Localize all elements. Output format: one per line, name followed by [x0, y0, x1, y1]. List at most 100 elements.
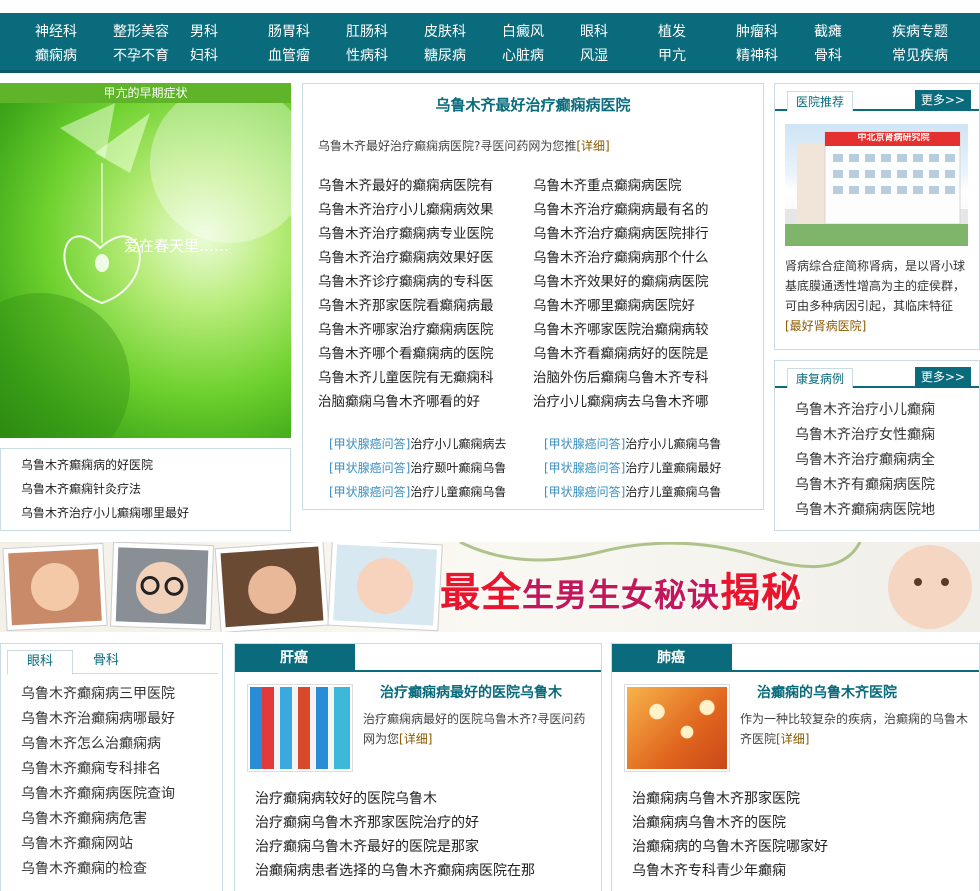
- tag-link[interactable]: [甲状腺癌问答]治疗儿童癫痫乌鲁: [329, 482, 544, 506]
- center-link[interactable]: 乌鲁木齐诊疗癫痫病的专科医: [318, 272, 533, 296]
- tab-eye[interactable]: 眼科: [7, 650, 73, 675]
- hospital-image[interactable]: 中北京肾病研究院: [785, 124, 968, 246]
- tag-link[interactable]: [甲状腺癌问答]治疗颞叶癫痫乌鲁: [329, 458, 544, 482]
- nav-item[interactable]: 癫痫病: [35, 45, 77, 65]
- hospital-tab[interactable]: 医院推荐: [787, 91, 854, 111]
- tag-text[interactable]: 治疗儿童癫痫最好: [625, 461, 721, 475]
- dept-link[interactable]: 乌鲁木齐怎么治癫痫病: [21, 734, 175, 759]
- dept-link[interactable]: 乌鲁木齐癫痫病三甲医院: [21, 684, 175, 709]
- recovery-link[interactable]: 乌鲁木齐治疗小儿癫痫: [795, 400, 935, 425]
- liver-detail-link[interactable]: [详细]: [399, 732, 432, 746]
- promo-image[interactable]: 爱在春天里……: [0, 103, 291, 438]
- tag-label[interactable]: [甲状腺癌问答]: [544, 485, 625, 499]
- liver-tab[interactable]: 肝癌: [235, 644, 355, 672]
- nav-item[interactable]: 白癜风: [502, 21, 544, 41]
- hospital-desc-link[interactable]: [最好肾病医院]: [785, 319, 866, 333]
- dept-link[interactable]: 乌鲁木齐癫痫病医院查询: [21, 784, 175, 809]
- liver-link[interactable]: 治癫痫病患者选择的乌鲁木齐癫痫病医院在那: [255, 861, 535, 885]
- nav-item[interactable]: 性病科: [346, 45, 388, 65]
- center-link[interactable]: 乌鲁木齐哪里癫痫病医院好: [533, 296, 748, 320]
- tag-label[interactable]: [甲状腺癌问答]: [544, 461, 625, 475]
- nav-item[interactable]: 妇科: [190, 45, 218, 65]
- nav-item[interactable]: 精神科: [736, 45, 778, 65]
- dept-link[interactable]: 乌鲁木齐癫痫的检查: [21, 859, 175, 884]
- recovery-link[interactable]: 乌鲁木齐有癫痫病医院: [795, 475, 935, 500]
- center-link[interactable]: 治脑癫痫乌鲁木齐哪看的好: [318, 392, 533, 416]
- lung-title[interactable]: 治癫痫的乌鲁木齐医院: [757, 682, 897, 702]
- tag-text[interactable]: 治疗颞叶癫痫乌鲁: [410, 461, 506, 475]
- nav-item[interactable]: 肠胃科: [268, 21, 310, 41]
- recovery-tab[interactable]: 康复病例: [787, 368, 854, 388]
- recovery-more-link[interactable]: 更多>>: [914, 367, 971, 386]
- nav-item[interactable]: 截瘫: [814, 21, 842, 41]
- center-link[interactable]: 治脑外伤后癫痫乌鲁木齐专科: [533, 368, 748, 392]
- nav-item[interactable]: 不孕不育: [113, 45, 169, 65]
- nav-item[interactable]: 糖尿病: [424, 45, 466, 65]
- nav-item[interactable]: 皮肤科: [424, 21, 466, 41]
- nav-item[interactable]: 男科: [190, 21, 218, 41]
- tag-text[interactable]: 治疗小儿癫痫病去: [410, 437, 506, 451]
- lung-detail-link[interactable]: [详细]: [776, 732, 809, 746]
- nav-item[interactable]: 骨科: [814, 45, 842, 65]
- center-link[interactable]: 乌鲁木齐最好的癫痫病医院有: [318, 176, 533, 200]
- dept-link[interactable]: 乌鲁木齐癫痫网站: [21, 834, 175, 859]
- nav-item[interactable]: 植发: [658, 21, 686, 41]
- liver-title[interactable]: 治疗癫痫病最好的医院乌鲁木: [380, 682, 562, 702]
- nav-item[interactable]: 血管瘤: [268, 45, 310, 65]
- tag-link[interactable]: [甲状腺癌问答]治疗儿童癫痫最好: [544, 458, 759, 482]
- liver-link[interactable]: 治疗癫痫乌鲁木齐那家医院治疗的好: [255, 813, 535, 837]
- center-link[interactable]: 乌鲁木齐哪家医院治癫痫病较: [533, 320, 748, 344]
- promo-link[interactable]: 乌鲁木齐癫痫针灸疗法: [21, 481, 290, 505]
- dept-link[interactable]: 乌鲁木齐癫痫专科排名: [21, 759, 175, 784]
- recovery-link[interactable]: 乌鲁木齐治疗女性癫痫: [795, 425, 935, 450]
- center-link[interactable]: 乌鲁木齐治疗小儿癫痫病效果: [318, 200, 533, 224]
- promo-header[interactable]: 甲亢的早期症状: [0, 83, 291, 103]
- nav-item[interactable]: 心脏病: [502, 45, 544, 65]
- center-link[interactable]: 乌鲁木齐效果好的癫痫病医院: [533, 272, 748, 296]
- nav-item[interactable]: 疾病专题: [892, 21, 948, 41]
- liver-link[interactable]: 治疗癫痫乌鲁木齐最好的医院是那家: [255, 837, 535, 861]
- center-link[interactable]: 乌鲁木齐那家医院看癫痫病最: [318, 296, 533, 320]
- dept-link[interactable]: 乌鲁木齐癫痫病危害: [21, 809, 175, 834]
- center-link[interactable]: 乌鲁木齐儿童医院有无癫痫科: [318, 368, 533, 392]
- recovery-link[interactable]: 乌鲁木齐癫痫病医院地: [795, 500, 935, 525]
- tag-link[interactable]: [甲状腺癌问答]治疗小儿癫痫乌鲁: [544, 434, 759, 458]
- center-link[interactable]: 乌鲁木齐治疗癫痫病最有名的: [533, 200, 748, 224]
- promo-link[interactable]: 乌鲁木齐治疗小儿癫痫哪里最好: [21, 505, 290, 529]
- hospital-more-link[interactable]: 更多>>: [914, 90, 971, 109]
- liver-link[interactable]: 治疗癫痫病较好的医院乌鲁木: [255, 789, 535, 813]
- lung-link[interactable]: 乌鲁木齐专科青少年癫痫: [632, 861, 828, 885]
- tag-label[interactable]: [甲状腺癌问答]: [329, 461, 410, 475]
- center-link[interactable]: 乌鲁木齐治疗癫痫病那个什么: [533, 248, 748, 272]
- tag-text[interactable]: 治疗小儿癫痫乌鲁: [625, 437, 721, 451]
- nav-item[interactable]: 眼科: [580, 21, 608, 41]
- tab-orthopedics[interactable]: 骨科: [73, 650, 139, 675]
- promo-link[interactable]: 乌鲁木齐癫痫病的好医院: [21, 457, 290, 481]
- nav-item[interactable]: 肿瘤科: [736, 21, 778, 41]
- liver-thumbnail[interactable]: [247, 684, 353, 772]
- lung-link[interactable]: 治癫痫病乌鲁木齐的医院: [632, 813, 828, 837]
- center-link[interactable]: 乌鲁木齐看癫痫病好的医院是: [533, 344, 748, 368]
- nav-item[interactable]: 风湿: [580, 45, 608, 65]
- center-link[interactable]: 乌鲁木齐治疗癫痫病专业医院: [318, 224, 533, 248]
- nav-item[interactable]: 肛肠科: [346, 21, 388, 41]
- center-link[interactable]: 治疗小儿癫痫病去乌鲁木齐哪: [533, 392, 748, 416]
- center-link[interactable]: 乌鲁木齐治疗癫痫病医院排行: [533, 224, 748, 248]
- recovery-link[interactable]: 乌鲁木齐治疗癫痫病全: [795, 450, 935, 475]
- lung-thumbnail[interactable]: [624, 684, 730, 772]
- tag-label[interactable]: [甲状腺癌问答]: [329, 437, 410, 451]
- center-link[interactable]: 乌鲁木齐治疗癫痫病效果好医: [318, 248, 533, 272]
- center-link[interactable]: 乌鲁木齐哪家治疗癫痫病医院: [318, 320, 533, 344]
- nav-item[interactable]: 整形美容: [113, 21, 169, 41]
- lung-link[interactable]: 治癫痫病乌鲁木齐那家医院: [632, 789, 828, 813]
- center-link[interactable]: 乌鲁木齐重点癫痫病医院: [533, 176, 748, 200]
- tag-text[interactable]: 治疗儿童癫痫乌鲁: [625, 485, 721, 499]
- banner-ad[interactable]: 最全生男生女秘诀揭秘: [0, 542, 980, 632]
- tag-label[interactable]: [甲状腺癌问答]: [329, 485, 410, 499]
- dept-link[interactable]: 乌鲁木齐治癫痫病哪最好: [21, 709, 175, 734]
- nav-item[interactable]: 甲亢: [658, 45, 686, 65]
- tag-text[interactable]: 治疗儿童癫痫乌鲁: [410, 485, 506, 499]
- tag-link[interactable]: [甲状腺癌问答]治疗小儿癫痫病去: [329, 434, 544, 458]
- nav-item[interactable]: 常见疾病: [892, 45, 948, 65]
- center-link[interactable]: 乌鲁木齐哪个看癫痫病的医院: [318, 344, 533, 368]
